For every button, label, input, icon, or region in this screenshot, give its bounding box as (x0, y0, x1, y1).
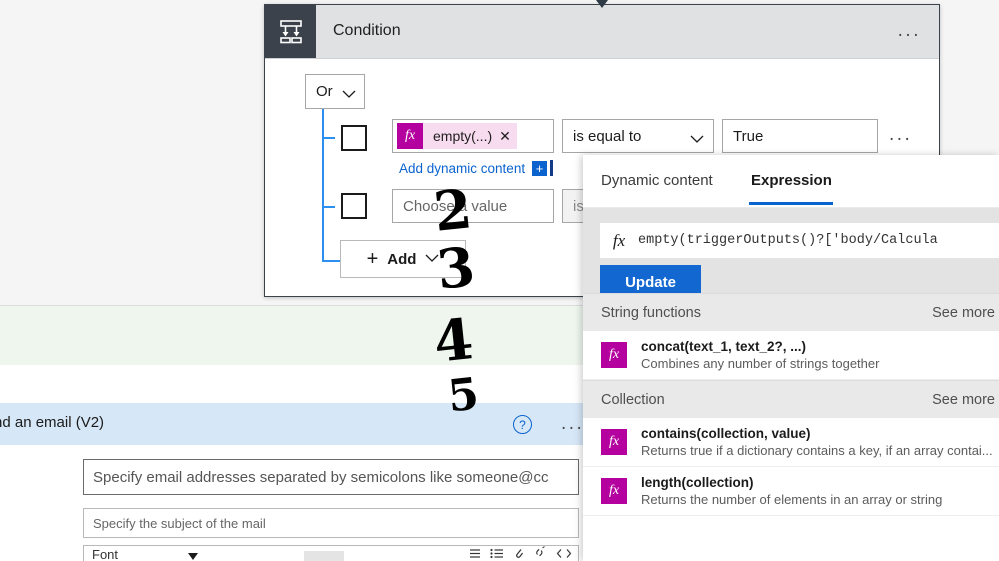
condition-row-2-left-operand[interactable]: Choose a value (392, 189, 554, 223)
condition-group-operator-select[interactable]: Or (305, 74, 365, 109)
function-list-item[interactable]: fx concat(text_1, text_2?, ...) Combines… (583, 331, 999, 380)
condition-row-1-overflow-menu[interactable]: ... (889, 125, 912, 144)
annotation-step-3: 3 (433, 234, 478, 302)
font-family-select-label: Font (92, 547, 119, 561)
see-more-link-string[interactable]: See more (932, 305, 995, 321)
unlink-icon[interactable] (533, 546, 547, 561)
function-item-text: concat(text_1, text_2?, ...) Combines an… (641, 339, 879, 371)
close-icon[interactable]: ✕ (499, 128, 511, 145)
email-action-overflow-menu[interactable]: ... (561, 414, 584, 433)
condition-row-checkbox-2[interactable] (341, 193, 367, 219)
condition-row-1-value-text: True (733, 127, 764, 145)
add-dynamic-content-label: Add dynamic content (399, 160, 526, 176)
chevron-down-icon (690, 131, 704, 148)
chevron-down-icon[interactable] (188, 553, 198, 560)
toolbar-divider (304, 551, 344, 561)
expression-token[interactable]: fx empty(...) ✕ (397, 123, 517, 149)
email-to-placeholder: Specify email addresses separated by sem… (93, 468, 549, 486)
condition-title: Condition (333, 22, 401, 39)
toolbar-icon-group (467, 546, 572, 561)
condition-row-1-operator-value: is equal to (573, 127, 642, 145)
function-name: length(collection) (641, 475, 754, 490)
expression-input[interactable]: fx empty(triggerOutputs()?['body/Calcula (600, 223, 999, 258)
expression-editor-area: fx empty(triggerOutputs()?['body/Calcula… (583, 208, 999, 299)
add-dynamic-content-link[interactable]: Add dynamic content + (399, 160, 554, 176)
tab-dynamic-content[interactable]: Dynamic content (601, 172, 713, 189)
function-item-text: length(collection) Returns the number of… (641, 475, 942, 507)
function-description: Returns the number of elements in an arr… (641, 492, 943, 507)
annotation-step-4: 4 (430, 306, 477, 376)
email-to-input[interactable]: Specify email addresses separated by sem… (83, 459, 579, 495)
code-icon[interactable] (556, 547, 572, 561)
tab-expression[interactable]: Expression (751, 172, 832, 189)
chevron-down-icon (342, 86, 356, 104)
tab-active-indicator (749, 202, 833, 205)
panel-tab-bar: Dynamic content Expression (583, 155, 999, 208)
condition-row-1-value-input[interactable]: True (722, 119, 878, 153)
condition-row-1-left-operand[interactable]: fx empty(...) ✕ (392, 119, 554, 153)
condition-branch-icon (265, 5, 316, 58)
function-group-title: Collection (601, 391, 665, 408)
email-subject-input[interactable]: Specify the subject of the mail (83, 508, 579, 538)
dynamic-content-panel: Dynamic content Expression fx empty(trig… (583, 155, 999, 561)
flow-incoming-arrow-icon (596, 0, 608, 8)
see-more-link-collection[interactable]: See more (932, 392, 995, 408)
expression-value: empty(triggerOutputs()?['body/Calcula (638, 233, 938, 248)
fx-icon: fx (601, 478, 627, 504)
help-icon[interactable]: ? (513, 415, 532, 434)
function-item-text: contains(collection, value) Returns true… (641, 426, 993, 458)
condition-overflow-menu[interactable]: ... (898, 21, 921, 40)
condition-tree-branch-1 (322, 137, 335, 139)
email-action-title: nd an email (V2) (0, 414, 105, 431)
condition-card-header: Condition ... (265, 5, 939, 59)
condition-row-1-operator-select[interactable]: is equal to (562, 119, 714, 153)
app-root: Condition ... Or fx empty(...) ✕ is equa… (0, 0, 999, 561)
function-list-item[interactable]: fx contains(collection, value) Returns t… (583, 418, 999, 467)
function-name: contains(collection, value) (641, 426, 811, 441)
function-name: concat(text_1, text_2?, ...) (641, 339, 807, 354)
email-body-toolbar[interactable]: Font (83, 545, 579, 561)
fx-icon: fx (601, 429, 627, 455)
condition-tree-connector (322, 109, 324, 262)
fx-icon: fx (601, 342, 627, 368)
function-description: Returns true if a dictionary contains a … (641, 443, 993, 458)
add-condition-label: Add (387, 250, 417, 268)
condition-row-checkbox-1[interactable] (341, 125, 367, 151)
expression-token-label: empty(...) (433, 128, 493, 144)
condition-tree-branch-2 (322, 206, 335, 208)
condition-tree-branch-3 (322, 260, 340, 262)
condition-group-operator-value: Or (316, 83, 333, 100)
function-description: Combines any number of strings together (641, 356, 880, 371)
fx-icon: fx (397, 123, 423, 149)
function-group-header-string: String functions See more (583, 293, 999, 331)
function-list-item[interactable]: fx length(collection) Returns the number… (583, 467, 999, 516)
plus-icon[interactable]: + (532, 160, 548, 176)
annotation-step-5: 5 (445, 368, 482, 423)
email-subject-placeholder: Specify the subject of the mail (93, 515, 266, 531)
bulleted-list-icon[interactable] (490, 547, 504, 561)
plus-icon: + (366, 247, 379, 270)
text-cursor-icon (550, 160, 554, 176)
function-group-header-collection: Collection See more (583, 380, 999, 418)
list-icon[interactable] (467, 547, 481, 561)
fx-icon: fx (612, 230, 626, 250)
attachment-icon[interactable] (513, 546, 524, 561)
function-group-title: String functions (601, 304, 701, 321)
